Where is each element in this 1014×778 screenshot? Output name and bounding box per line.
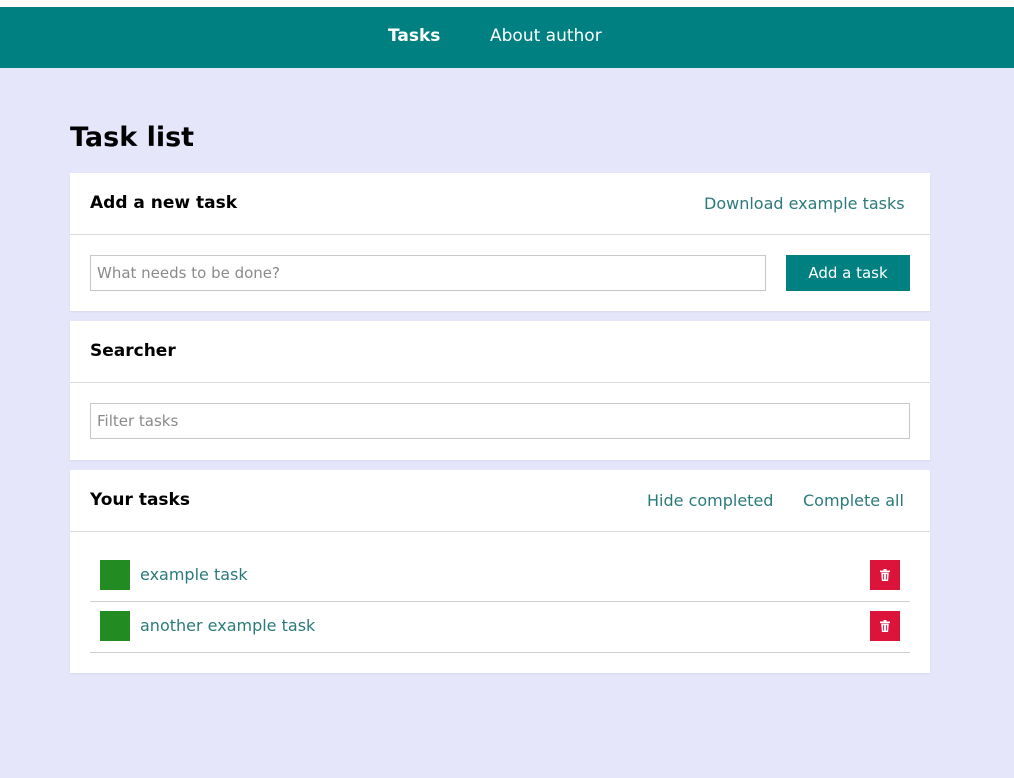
task-label[interactable]: another example task bbox=[140, 602, 315, 650]
nav-tasks-link[interactable]: Tasks bbox=[388, 7, 440, 68]
task-label[interactable]: example task bbox=[140, 551, 248, 599]
your-tasks-heading: Your tasks bbox=[90, 490, 190, 510]
add-task-button[interactable]: Add a task bbox=[786, 255, 910, 291]
trash-icon bbox=[880, 569, 890, 581]
task-row: another example task bbox=[90, 602, 910, 653]
searcher-heading: Searcher bbox=[90, 341, 176, 361]
delete-task-button[interactable] bbox=[870, 611, 900, 641]
your-tasks-card: Your tasks Hide completed Complete all e… bbox=[70, 470, 930, 673]
searcher-card: Searcher bbox=[70, 321, 930, 460]
filter-tasks-input[interactable] bbox=[90, 403, 910, 439]
add-task-card-header: Add a new task Download example tasks bbox=[70, 173, 930, 235]
task-list: example task another example task bbox=[90, 551, 910, 653]
trash-icon bbox=[880, 620, 890, 632]
task-row: example task bbox=[90, 551, 910, 602]
complete-all-link[interactable]: Complete all bbox=[803, 470, 904, 531]
download-example-tasks-link[interactable]: Download example tasks bbox=[704, 173, 905, 234]
add-task-heading: Add a new task bbox=[90, 193, 238, 213]
task-complete-checkbox[interactable] bbox=[100, 560, 130, 590]
hide-completed-link[interactable]: Hide completed bbox=[647, 470, 773, 531]
top-navbar: Tasks About author bbox=[0, 7, 1014, 68]
page-title: Task list bbox=[70, 122, 195, 153]
nav-about-author-link[interactable]: About author bbox=[490, 7, 602, 68]
searcher-card-header: Searcher bbox=[70, 321, 930, 383]
new-task-input[interactable] bbox=[90, 255, 766, 291]
top-strip bbox=[0, 0, 1014, 7]
delete-task-button[interactable] bbox=[870, 560, 900, 590]
add-task-card: Add a new task Download example tasks Ad… bbox=[70, 173, 930, 311]
task-complete-checkbox[interactable] bbox=[100, 611, 130, 641]
your-tasks-card-header: Your tasks Hide completed Complete all bbox=[70, 470, 930, 532]
